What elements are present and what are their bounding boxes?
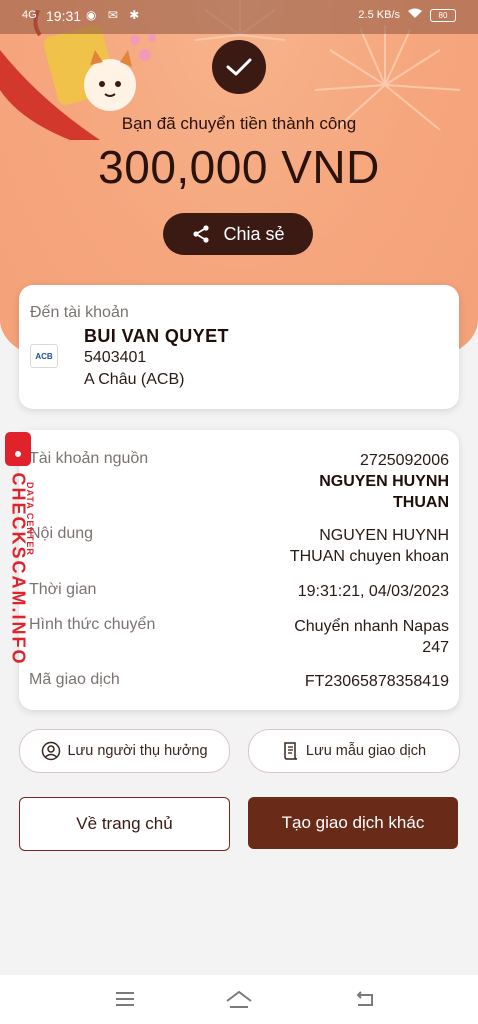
recipient-bank-name: A Châu (ACB) [84,371,185,388]
transfer-amount: 300,000 VND [98,141,380,193]
recipient-account-number: 5403401 [84,349,147,366]
destination-card: Đến tài khoản ACB BUI VAN QUYET 5403401 … [19,285,459,409]
home-button[interactable]: Về trang chủ [19,797,230,851]
save-beneficiary-label: Lưu người thụ hưởng [67,743,208,759]
source-label: Tài khoản nguồn [29,450,149,467]
system-navigation-bar [0,975,478,1024]
wifi-icon [408,8,422,22]
method-value: Chuyển nhanh Napas 247 [294,616,449,658]
share-button[interactable]: Chia sẻ [163,213,313,255]
notification-icons: ◉ ✉ ✱ [86,8,144,22]
source-account: 2725092006 [360,452,449,469]
method-line1: Chuyển nhanh Napas [294,618,449,635]
time-label: Thời gian [29,581,97,598]
method-label: Hình thức chuyển [29,616,156,633]
new-transaction-button[interactable]: Tạo giao dịch khác [248,797,458,849]
home-icon[interactable] [225,989,253,1011]
signal-indicator: 4G [22,9,37,21]
home-button-label: Về trang chủ [76,814,173,833]
save-template-button[interactable]: Lưu mẫu giao dịch [248,729,460,773]
save-beneficiary-button[interactable]: Lưu người thụ hưởng [19,729,230,773]
transaction-details-card: Tài khoản nguồn 2725092006 NGUYEN HUYNH … [19,430,459,710]
detail-row-time: Thời gian 19:31:21, 04/03/2023 [29,581,449,603]
success-message: Bạn đã chuyển tiền thành công [121,114,357,133]
status-right: 2.5 KB/s 80 [358,8,456,22]
bank-logo-icon: ACB [30,344,58,368]
menu-icon[interactable] [114,989,136,1009]
receipt-icon [284,742,297,760]
content-value: NGUYEN HUYNH THUAN chuyen khoan [290,525,449,567]
share-icon [193,225,210,243]
recipient-name: BUI VAN QUYET [84,326,229,346]
source-value: 2725092006 NGUYEN HUYNH THUAN [319,450,449,513]
content-line2: THUAN chuyen khoan [289,548,449,565]
transaction-id-value: FT23065878358419 [304,673,449,690]
save-template-label: Lưu mẫu giao dịch [305,743,427,759]
source-name-line2: THUAN [393,494,449,511]
status-time: 19:31 [46,8,82,24]
back-icon[interactable] [354,989,376,1009]
content-label: Nội dung [29,525,94,542]
method-line2: 247 [422,639,449,656]
detail-row-content: Nội dung NGUYEN HUYNH THUAN chuyen khoan [29,525,449,569]
transaction-id-label: Mã giao dịch [29,671,120,688]
content-line1: NGUYEN HUYNH [319,527,449,544]
detail-row-method: Hình thức chuyển Chuyển nhanh Napas 247 [29,616,449,660]
status-bar: 4G 19:31 ◉ ✉ ✱ 2.5 KB/s 80 [0,0,478,34]
new-transaction-label: Tạo giao dịch khác [281,813,425,832]
source-name-line1: NGUYEN HUYNH [319,473,449,490]
detail-row-transaction-id: Mã giao dịch FT23065878358419 [29,671,449,693]
user-circle-icon [42,741,61,761]
detail-row-source: Tài khoản nguồn 2725092006 NGUYEN HUYNH … [29,450,449,514]
battery-icon: 80 [430,8,456,22]
share-label: Chia sẻ [223,223,285,244]
destination-label: Đến tài khoản [30,304,129,321]
time-value: 19:31:21, 04/03/2023 [297,583,449,600]
network-speed: 2.5 KB/s [358,9,400,21]
success-check-icon [212,40,266,94]
